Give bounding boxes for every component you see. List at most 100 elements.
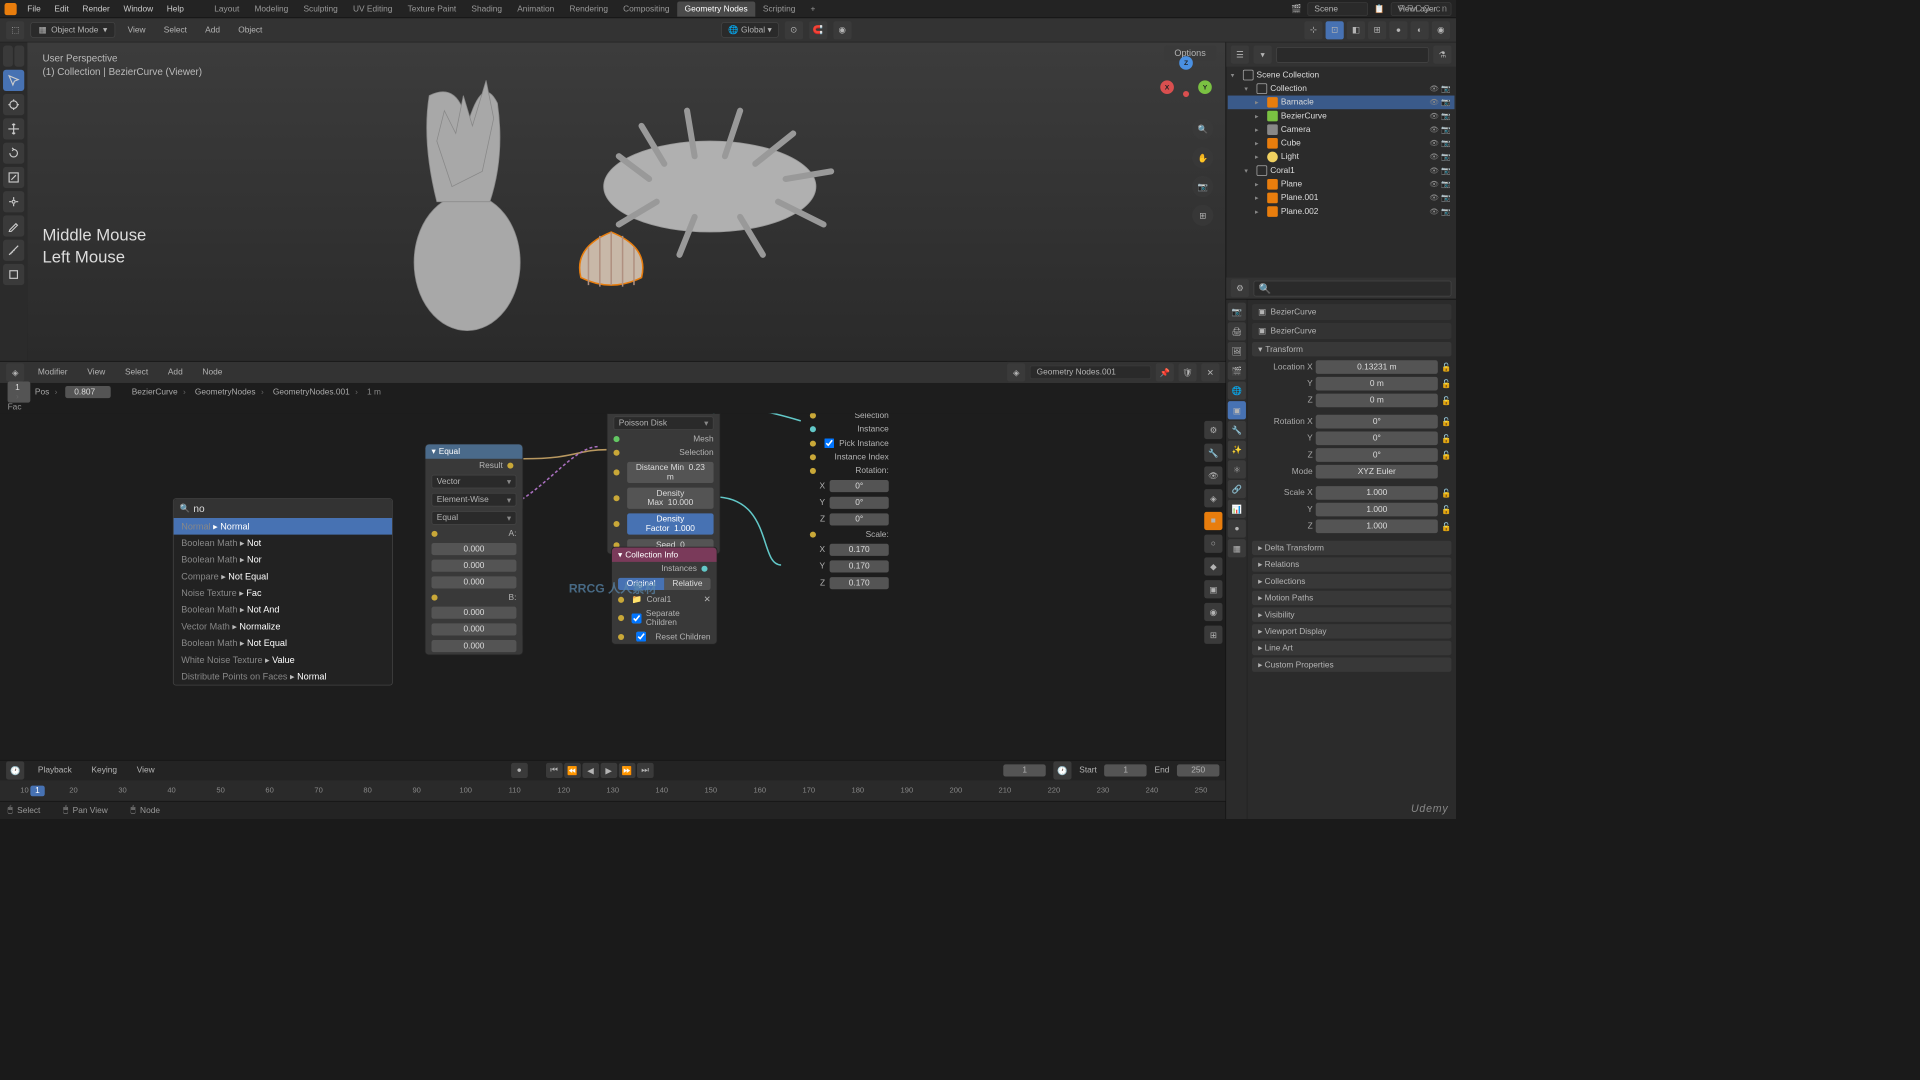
ne-menu-add[interactable]: Add	[162, 366, 189, 380]
tool-addcube[interactable]	[3, 264, 24, 285]
gizmo-y-axis[interactable]: Y	[1198, 80, 1212, 94]
equal-b0[interactable]: 0.000	[431, 607, 516, 619]
outliner-scene-collection[interactable]: ▾ Scene Collection	[1228, 68, 1455, 82]
prop-object-header[interactable]: ▣ BezierCurve	[1252, 304, 1451, 320]
prop-tab-modifier[interactable]: 🔧	[1228, 421, 1246, 439]
outliner-search-input[interactable]	[1276, 47, 1428, 63]
play-icon[interactable]: ▶	[600, 763, 617, 778]
ne-options-icon[interactable]: ⚙	[1204, 421, 1222, 439]
playhead[interactable]: 1	[31, 785, 45, 796]
outliner-filter-icon[interactable]: ▾	[1254, 45, 1272, 63]
gizmo-toggle-icon[interactable]: ⊹	[1304, 21, 1322, 39]
menu-render[interactable]: Render	[76, 2, 115, 16]
prop-section-collapsed[interactable]: ▸ Delta Transform	[1252, 541, 1451, 555]
collinfo-reset-checkbox[interactable]	[636, 632, 646, 642]
tool-annotate[interactable]	[3, 215, 24, 236]
inst-rz[interactable]: 0°	[830, 513, 889, 525]
scale-z-field[interactable]: 1.000	[1316, 519, 1438, 533]
nodetree-name-field[interactable]: Geometry Nodes.001	[1030, 366, 1151, 380]
pos-value[interactable]: 0.807	[65, 386, 110, 398]
inst-ry[interactable]: 0°	[830, 497, 889, 509]
ne-group-icon[interactable]: ■	[1204, 512, 1222, 530]
tool-select-box[interactable]	[3, 70, 24, 91]
snap-icon[interactable]: 🧲	[809, 21, 827, 39]
loc-y-field[interactable]: 0 m	[1316, 377, 1438, 391]
outliner-item[interactable]: ▸Cube👁📷	[1228, 136, 1455, 150]
tl-playback[interactable]: Playback	[32, 764, 78, 778]
nodetree-shield-icon[interactable]: 🛡	[1178, 363, 1196, 381]
ne-misc5-icon[interactable]: ⊞	[1204, 626, 1222, 644]
vp-menu-add[interactable]: Add	[199, 23, 226, 37]
ne-misc2-icon[interactable]: ◆	[1204, 557, 1222, 575]
prop-section-collapsed[interactable]: ▸ Custom Properties	[1252, 657, 1451, 671]
ws-uvediting[interactable]: UV Editing	[345, 1, 400, 16]
outliner-item[interactable]: ▸Plane.001👁📷	[1228, 191, 1455, 205]
menu-edit[interactable]: Edit	[48, 2, 75, 16]
lock-icon[interactable]: 🔓	[1441, 521, 1451, 531]
prop-tab-data[interactable]: 📊	[1228, 500, 1246, 518]
autokey-icon[interactable]: ●	[511, 763, 528, 778]
tool-measure[interactable]	[3, 240, 24, 261]
geonode-editor-icon[interactable]: ◈	[6, 363, 24, 381]
xray-icon[interactable]: ◧	[1347, 21, 1365, 39]
prop-tab-constraint[interactable]: 🔗	[1228, 480, 1246, 498]
lock-icon[interactable]: 🔓	[1441, 379, 1451, 389]
node-instance-partial[interactable]: Selection Instance Pick Instance Instanc…	[804, 413, 895, 591]
props-search-input[interactable]	[1254, 280, 1452, 296]
ws-compositing[interactable]: Compositing	[616, 1, 678, 16]
collinfo-collection-field[interactable]: Coral1	[647, 595, 699, 604]
vp-menu-view[interactable]: View	[122, 23, 152, 37]
ne-menu-view[interactable]: View	[81, 366, 111, 380]
tool-scale[interactable]	[3, 167, 24, 188]
search-result-item[interactable]: Normal ▸ Normal	[174, 518, 392, 535]
sel-box-icon[interactable]	[3, 45, 13, 66]
sel-circle-icon[interactable]	[14, 45, 24, 66]
outliner-editor-icon[interactable]: ☰	[1231, 45, 1249, 63]
outliner-item[interactable]: ▸BezierCurve👁📷	[1228, 109, 1455, 123]
ne-misc4-icon[interactable]: ◉	[1204, 603, 1222, 621]
ws-modeling[interactable]: Modeling	[247, 1, 296, 16]
prop-tab-scene[interactable]: 🎬	[1228, 362, 1246, 380]
prop-tab-world[interactable]: 🌐	[1228, 381, 1246, 399]
outliner-item[interactable]: ▸Camera👁📷	[1228, 123, 1455, 137]
outliner-item[interactable]: ▸Light👁📷	[1228, 150, 1455, 164]
timeline-ruler[interactable]: 1 10203040506070809010011012013014015016…	[0, 780, 1225, 800]
inst-sx[interactable]: 0.170	[830, 544, 889, 556]
loc-z-field[interactable]: 0 m	[1316, 394, 1438, 408]
shading-rendered-icon[interactable]: ◉	[1432, 21, 1450, 39]
collinfo-tab-relative[interactable]: Relative	[664, 578, 710, 590]
ne-node-icon[interactable]: ◈	[1204, 489, 1222, 507]
prop-section-collapsed[interactable]: ▸ Visibility	[1252, 607, 1451, 621]
node-equal[interactable]: ▾ Equal Result Vector Element-Wise Equal…	[425, 444, 524, 656]
search-result-item[interactable]: Boolean Math ▸ Not	[174, 535, 392, 552]
tool-move[interactable]	[3, 118, 24, 139]
ne-misc1-icon[interactable]: ○	[1204, 535, 1222, 553]
mode-dropdown[interactable]: ▦ Object Mode ▾	[30, 22, 115, 38]
timeline-editor-icon[interactable]: 🕐	[6, 761, 24, 779]
equal-b2[interactable]: 0.000	[431, 640, 516, 652]
inst-sy[interactable]: 0.170	[830, 560, 889, 572]
menu-help[interactable]: Help	[161, 2, 190, 16]
search-result-item[interactable]: Noise Texture ▸ Fac	[174, 585, 392, 602]
gizmo-x-axis[interactable]: X	[1160, 80, 1174, 94]
close-icon[interactable]: ✕	[704, 595, 711, 605]
search-result-item[interactable]: Boolean Math ▸ Not And	[174, 601, 392, 618]
gizmo-z-axis[interactable]: Z	[1179, 56, 1193, 70]
ws-texturepaint[interactable]: Texture Paint	[400, 1, 464, 16]
outliner-filter2-icon[interactable]: ⚗	[1433, 45, 1451, 63]
prop-tab-texture[interactable]: ▦	[1228, 539, 1246, 557]
ne-view-icon[interactable]: 👁	[1204, 466, 1222, 484]
vp-menu-select[interactable]: Select	[158, 23, 193, 37]
outliner-item[interactable]: ▸Plane.002👁📷	[1228, 205, 1455, 219]
lock-icon[interactable]: 🔓	[1441, 450, 1451, 460]
node-canvas[interactable]: ▾ Equal Result Vector Element-Wise Equal…	[0, 413, 1225, 760]
blender-logo-icon[interactable]	[5, 3, 17, 15]
ne-tool-icon[interactable]: 🔧	[1204, 444, 1222, 462]
search-result-item[interactable]: Vector Math ▸ Normalize	[174, 618, 392, 635]
lock-icon[interactable]: 🔓	[1441, 488, 1451, 498]
menu-window[interactable]: Window	[117, 2, 159, 16]
collinfo-sep-checkbox[interactable]	[631, 613, 641, 623]
scene-name-field[interactable]: Scene	[1308, 2, 1369, 16]
rot-mode-dd[interactable]: XYZ Euler	[1316, 465, 1438, 479]
inst-sz[interactable]: 0.170	[830, 577, 889, 589]
